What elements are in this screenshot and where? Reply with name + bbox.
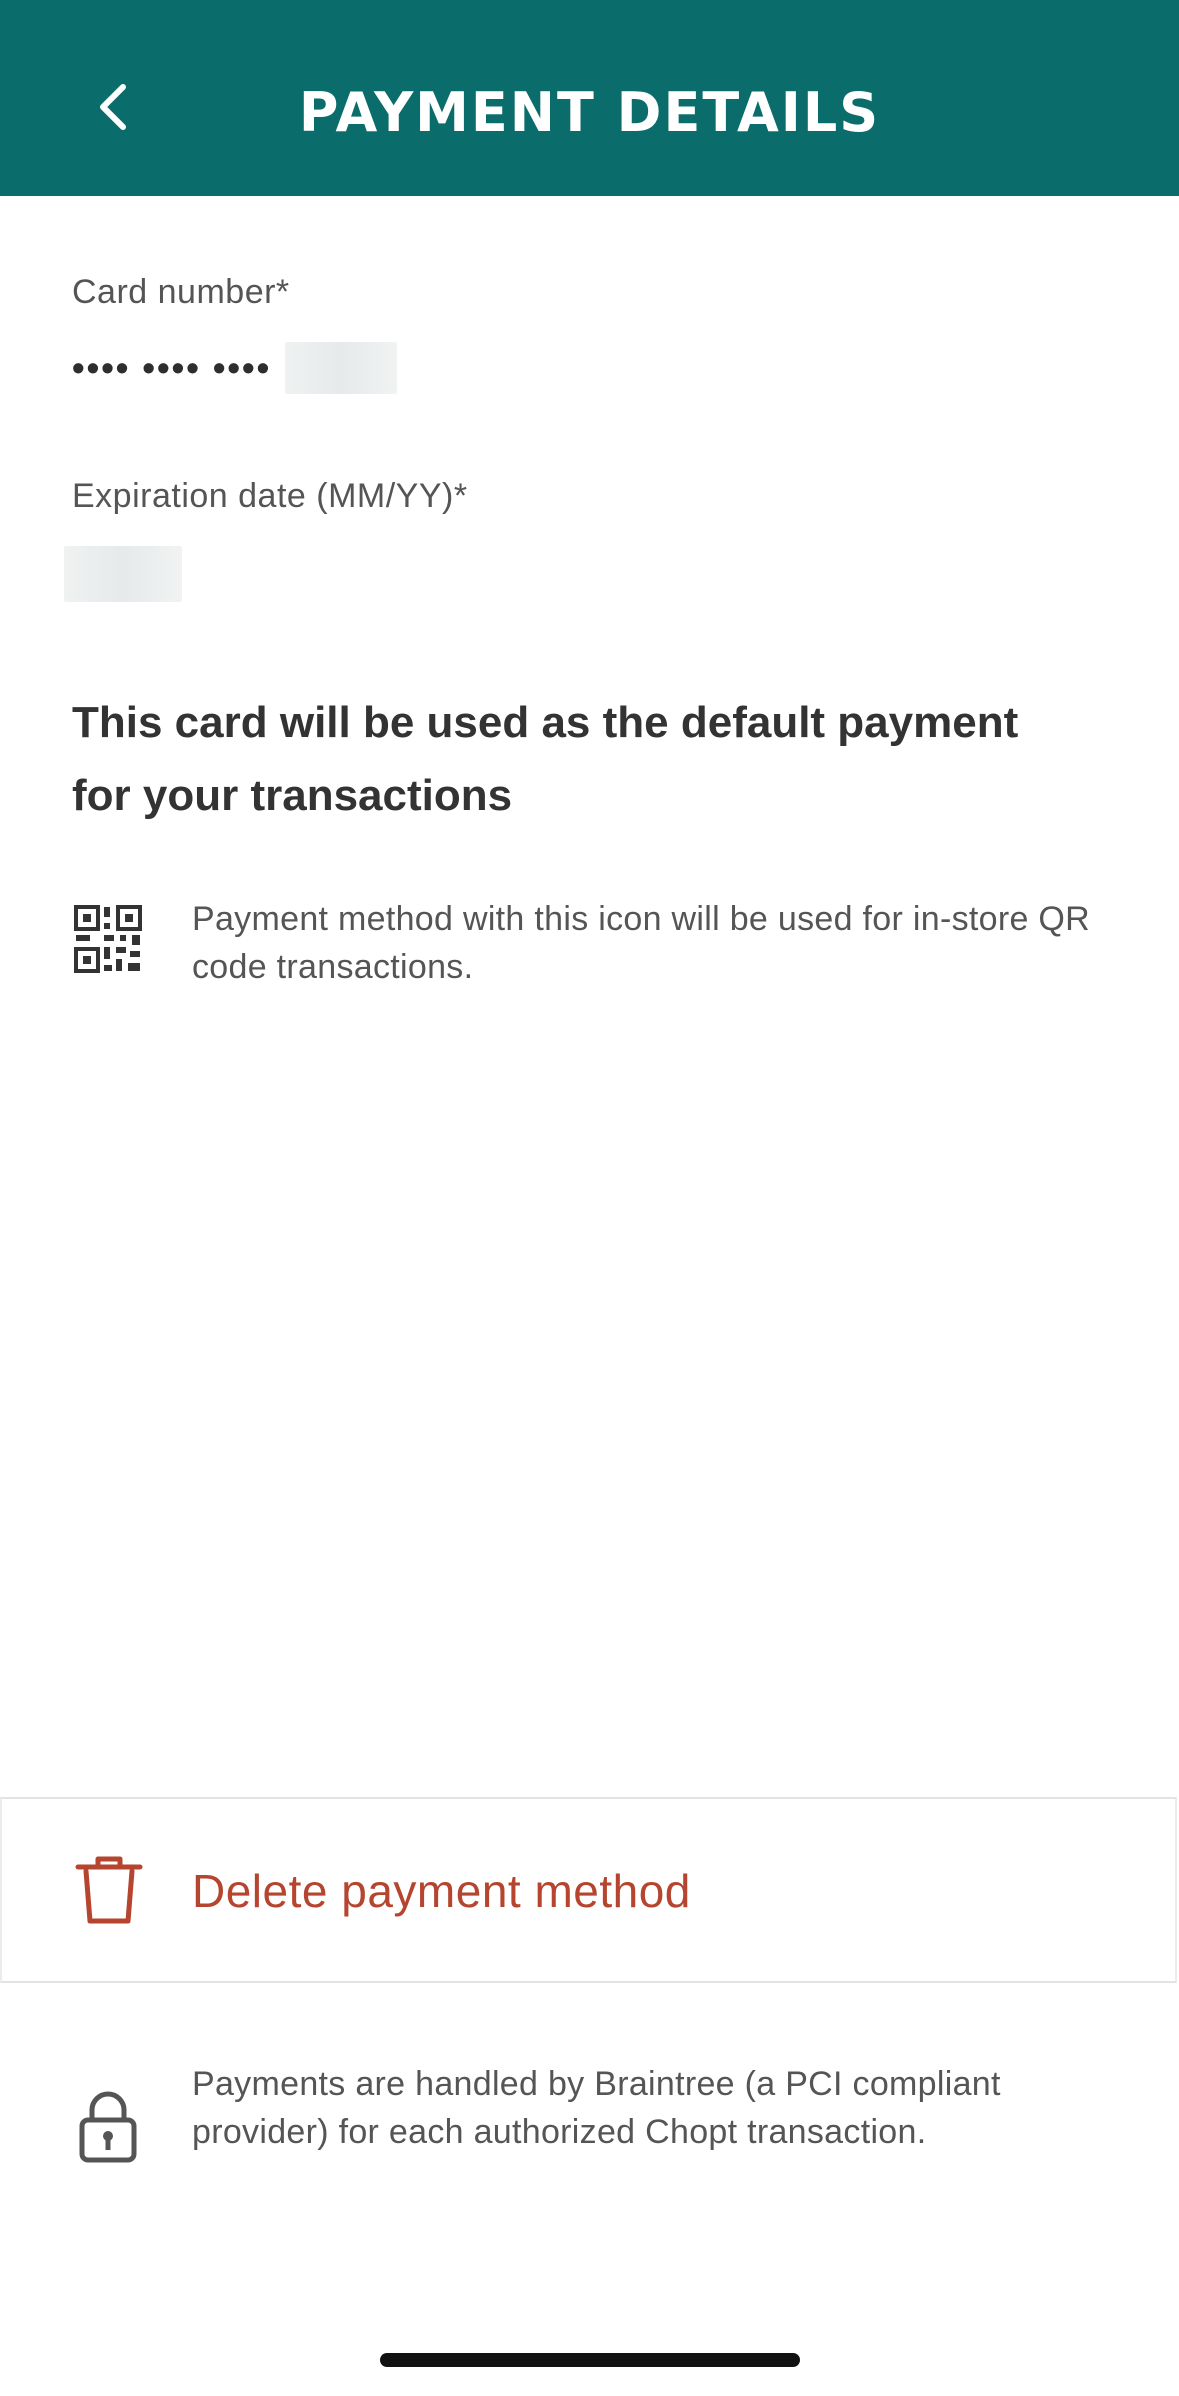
- delete-payment-method-label: Delete payment method: [192, 1865, 691, 1917]
- security-info-text: Payments are handled by Braintree (a PCI…: [192, 2065, 1001, 2151]
- card-number-label: Card number*: [72, 273, 290, 311]
- security-info-row: Payments are handled by Braintree (a PCI…: [72, 2060, 1112, 2180]
- home-indicator: [380, 2353, 800, 2367]
- delete-payment-method-button[interactable]: Delete payment method: [0, 1797, 1177, 1983]
- qr-info-text: Payment method with this icon will be us…: [192, 900, 1090, 986]
- qr-code-icon: [74, 905, 142, 973]
- expiration-date-label: Expiration date (MM/YY)*: [72, 477, 468, 515]
- lock-icon: [79, 2091, 137, 2163]
- app-header: PAYMENT DETAILS: [0, 0, 1179, 196]
- expiration-date-redacted: [64, 546, 182, 602]
- card-last-digits-redacted: [285, 342, 398, 394]
- trash-icon: [75, 1856, 143, 1924]
- card-number-mask: •••• •••• ••••: [72, 347, 272, 388]
- qr-info-row: Payment method with this icon will be us…: [72, 895, 1112, 1005]
- card-number-value: •••• •••• ••••: [72, 342, 398, 394]
- page-title: PAYMENT DETAILS: [298, 81, 881, 144]
- default-payment-note: This card will be used as the default pa…: [72, 698, 1019, 820]
